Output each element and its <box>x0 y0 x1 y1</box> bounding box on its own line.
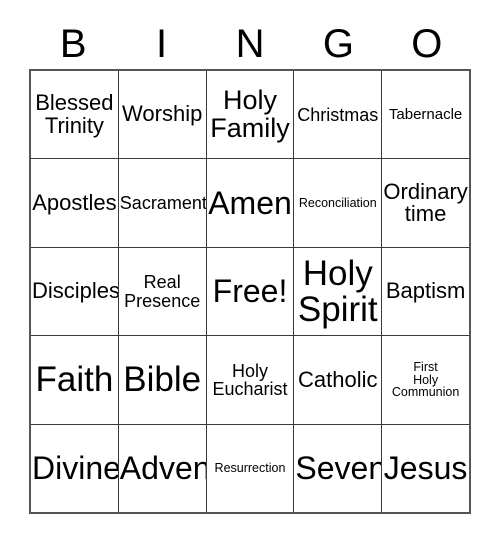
bingo-cell[interactable]: Tabernacle <box>382 71 469 159</box>
bingo-cell-free-space[interactable]: Free! <box>206 247 295 336</box>
bingo-cell-label: Christmas <box>297 104 379 125</box>
bingo-card: B I N G O Blessed Trinity Worship Holy F… <box>0 0 500 544</box>
bingo-cell-label: Tabernacle <box>388 106 463 124</box>
bingo-cell-label: Sacrament <box>119 192 207 213</box>
bingo-cell[interactable]: Divine <box>31 424 119 513</box>
bingo-cell-label: Reconciliation <box>298 195 377 210</box>
bingo-cell-label: Blessed Trinity <box>35 90 114 138</box>
header-letter-b: B <box>59 21 87 66</box>
bingo-cell-label: Apostles <box>32 189 117 215</box>
bingo-cell-label: Real Presence <box>124 272 201 311</box>
bingo-cell-label: Holy Eucharist <box>212 360 288 399</box>
bingo-cell-label: Ordinary time <box>383 178 468 227</box>
header-letter-i: I <box>156 21 168 66</box>
bingo-cell[interactable]: Disciples <box>31 247 119 336</box>
bingo-cell[interactable]: Seven <box>294 424 383 513</box>
bingo-row: Faith Bible Holy Eucharist Catholic Firs… <box>31 336 469 425</box>
bingo-cell-label: Amen <box>208 184 292 221</box>
bingo-grid: Blessed Trinity Worship Holy Family Chri… <box>29 69 471 514</box>
bingo-row: Divine Advent Resurrection Seven Jesus <box>31 424 469 513</box>
bingo-cell[interactable]: Faith <box>31 336 119 424</box>
bingo-cell-label: Catholic <box>298 366 378 392</box>
bingo-cell[interactable]: Jesus <box>382 424 469 513</box>
bingo-cell[interactable]: Baptism <box>382 247 469 336</box>
bingo-cell[interactable]: Bible <box>118 336 207 424</box>
bingo-cell[interactable]: Holy Eucharist <box>206 336 295 424</box>
bingo-row: Apostles Sacrament Amen Reconciliation O… <box>31 159 469 248</box>
bingo-cell[interactable]: Sacrament <box>118 159 207 247</box>
bingo-row: Disciples Real Presence Free! Holy Spiri… <box>31 247 469 337</box>
bingo-cell[interactable]: Ordinary time <box>382 159 469 247</box>
bingo-cell[interactable]: Apostles <box>31 159 119 247</box>
bingo-cell-label: First Holy Communion <box>391 359 460 400</box>
bingo-cell-label: Seven <box>295 450 383 487</box>
bingo-cell[interactable]: Christmas <box>294 71 383 159</box>
bingo-cell-label: Resurrection <box>214 460 286 475</box>
bingo-cell[interactable]: Catholic <box>294 336 383 424</box>
bingo-cell[interactable]: Reconciliation <box>294 159 383 247</box>
bingo-cell-label: Faith <box>35 360 114 400</box>
bingo-cell-label: Free! <box>212 273 288 310</box>
bingo-cell-label: Advent <box>119 450 206 487</box>
header-letter-g: G <box>322 21 354 66</box>
bingo-cell[interactable]: Holy Spirit <box>294 247 383 336</box>
bingo-header: B I N G O <box>29 18 471 69</box>
bingo-cell[interactable]: Advent <box>118 424 207 513</box>
bingo-cell-label: Bible <box>123 360 202 400</box>
bingo-cell-label: Divine <box>32 450 119 487</box>
bingo-cell-label: Baptism <box>385 278 466 304</box>
header-letter-o: O <box>411 21 443 66</box>
bingo-cell-label: Holy Spirit <box>297 253 378 329</box>
bingo-cell-label: Disciples <box>32 278 119 304</box>
bingo-cell[interactable]: Amen <box>206 159 295 247</box>
bingo-cell-label: Worship <box>122 101 203 127</box>
bingo-cell[interactable]: Blessed Trinity <box>31 71 119 159</box>
header-letter-n: N <box>235 21 265 66</box>
bingo-cell[interactable]: Holy Family <box>206 71 295 159</box>
bingo-cell[interactable]: Worship <box>118 71 207 159</box>
bingo-cell-label: Holy Family <box>210 85 290 143</box>
bingo-row: Blessed Trinity Worship Holy Family Chri… <box>31 71 469 160</box>
bingo-cell[interactable]: First Holy Communion <box>382 336 469 424</box>
bingo-cell[interactable]: Resurrection <box>206 424 295 513</box>
bingo-cell[interactable]: Real Presence <box>118 247 207 336</box>
bingo-cell-label: Jesus <box>383 450 468 487</box>
